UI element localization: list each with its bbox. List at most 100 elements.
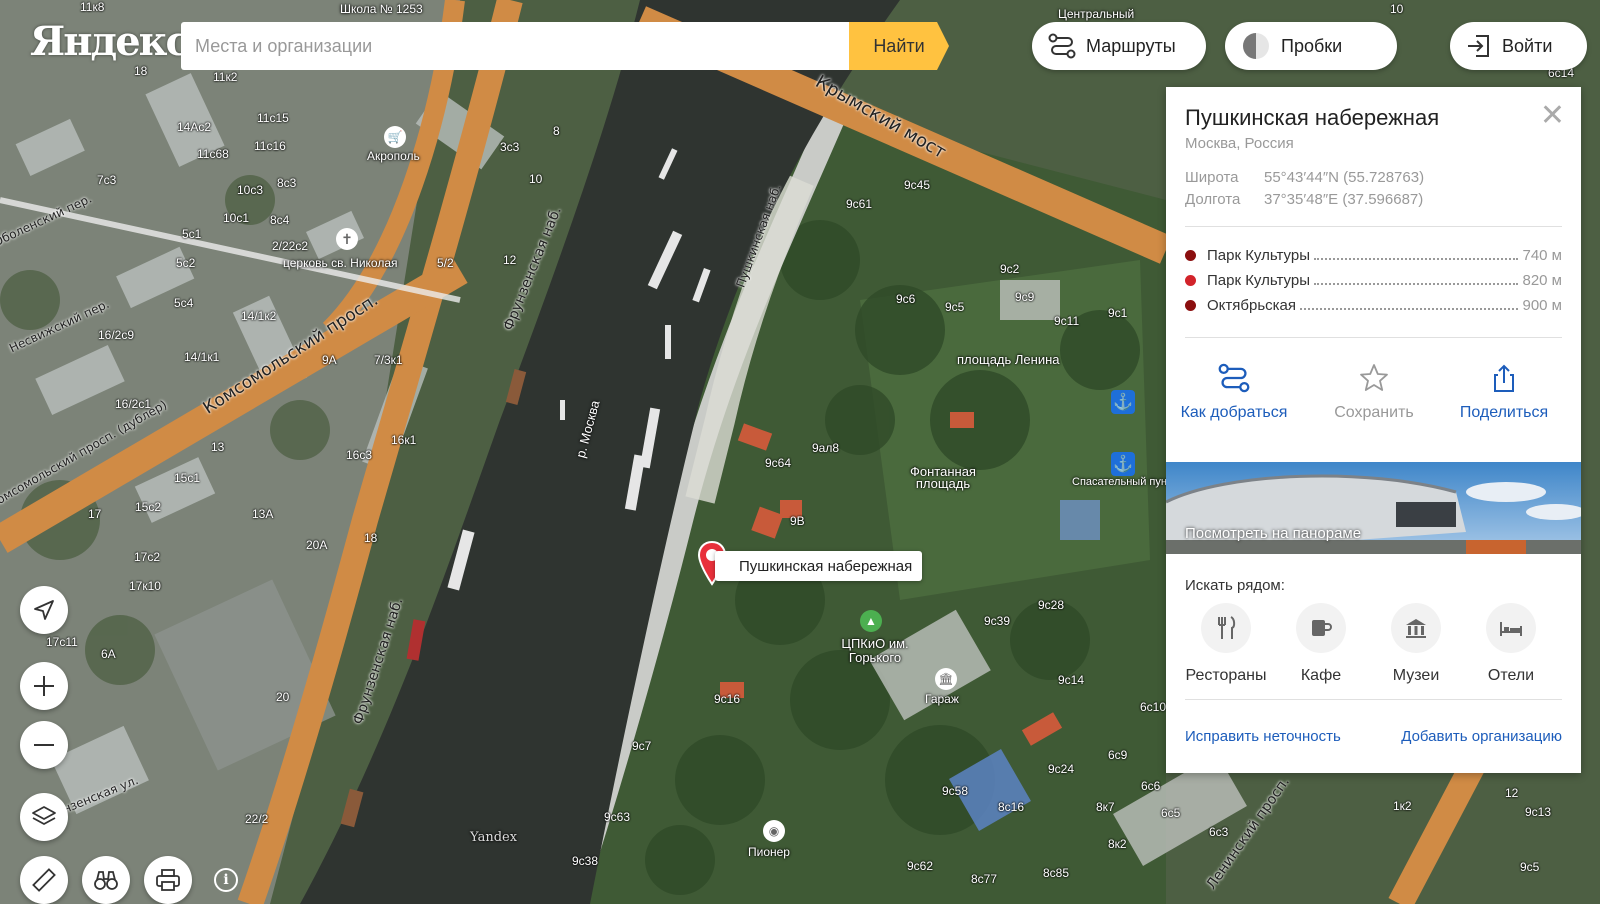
close-icon[interactable]: ✕	[1540, 101, 1565, 131]
house-number: 9с63	[604, 810, 631, 824]
museum-icon[interactable]: 🏛	[935, 668, 957, 690]
house-number: 8с4	[270, 213, 290, 227]
place-title: Пушкинская набережная	[1185, 105, 1440, 130]
house-number: 9с5	[945, 300, 965, 314]
house-number: 8к7	[1096, 800, 1115, 814]
geolocation-button[interactable]	[20, 586, 68, 634]
share-button[interactable]: Поделиться	[1434, 362, 1574, 422]
panorama-button[interactable]	[82, 856, 130, 904]
add-organization-link[interactable]: Добавить организацию	[1401, 728, 1562, 745]
metro-station-row[interactable]: Октябрьская 900 м	[1185, 295, 1562, 315]
place-label: Спасательный пункт	[1072, 476, 1177, 488]
longitude-row: Долгота 37°35′48″E (37.596687)	[1185, 191, 1423, 208]
cinema-icon[interactable]: ◉	[763, 820, 785, 842]
place-label: Пионер	[748, 845, 790, 859]
house-number: 17с11	[46, 635, 78, 649]
zoom-out-button[interactable]	[20, 721, 68, 769]
shopping-cart-icon[interactable]: 🛒	[384, 126, 406, 148]
traffic-button[interactable]: Пробки	[1225, 22, 1397, 70]
house-number: 16к1	[391, 433, 417, 447]
zoom-in-button[interactable]	[20, 662, 68, 710]
navigation-arrow-icon	[34, 600, 54, 620]
nearby-hotels-button[interactable]: Отели	[1466, 603, 1556, 685]
longitude-value[interactable]: 37°35′48″E (37.596687)	[1264, 191, 1423, 208]
metro-name: Октябрьская	[1207, 296, 1296, 314]
anchor-icon[interactable]: ⚓	[1111, 390, 1135, 414]
directions-button[interactable]: Как добраться	[1164, 362, 1304, 422]
nearby-heading: Искать рядом:	[1185, 577, 1285, 594]
metro-station-row[interactable]: Парк Культуры 820 м	[1185, 270, 1562, 290]
divider	[1185, 226, 1562, 227]
save-button[interactable]: Сохранить	[1304, 362, 1444, 422]
house-number: 2/22с2	[272, 239, 309, 253]
place-card: Пушкинская набережная Москва, Россия ✕ Ш…	[1166, 87, 1581, 773]
house-number: 6с5	[1161, 806, 1181, 820]
login-button[interactable]: Войти	[1450, 22, 1587, 70]
metro-name: Парк Культуры	[1207, 246, 1310, 264]
latitude-value[interactable]: 55°43′44″N (55.728763)	[1264, 169, 1424, 186]
login-label: Войти	[1502, 35, 1553, 56]
place-subtitle: Москва, Россия	[1185, 135, 1294, 152]
routes-button[interactable]: Маршруты	[1032, 22, 1206, 70]
bed-icon	[1500, 622, 1522, 636]
house-number: 17	[88, 507, 102, 521]
nearby-museums-button[interactable]: Музеи	[1371, 603, 1461, 685]
print-button[interactable]	[144, 856, 192, 904]
place-label: Школа № 1253	[340, 2, 423, 16]
house-number: 10	[1390, 2, 1404, 16]
metro-icon	[1185, 249, 1196, 261]
house-number: 17к10	[129, 579, 161, 593]
house-number: 14/1к1	[184, 350, 220, 364]
house-number: 9с6	[896, 292, 916, 306]
pin-label[interactable]: Пушкинская набережная	[715, 551, 923, 581]
nearby-cafe-button[interactable]: Кафе	[1276, 603, 1366, 685]
minus-icon	[34, 744, 54, 746]
church-icon[interactable]: ✝	[336, 228, 358, 250]
metro-distance: 820 м	[1522, 271, 1562, 289]
yandex-logo[interactable]: Яндекс	[30, 18, 190, 65]
find-button[interactable]: Найти	[849, 22, 949, 70]
house-number: 17с2	[134, 550, 161, 564]
house-number: 9с2	[1000, 262, 1020, 276]
info-icon[interactable]: i	[214, 868, 238, 892]
layers-button[interactable]	[20, 793, 68, 841]
house-number: 5с1	[182, 227, 202, 241]
plus-icon	[34, 676, 54, 696]
house-number: 9с14	[1058, 673, 1085, 687]
fix-inaccuracy-link[interactable]: Исправить неточность	[1185, 728, 1341, 745]
nearby-restaurants-button[interactable]: Рестораны	[1181, 603, 1271, 685]
route-icon	[1048, 33, 1076, 59]
house-number: 20	[276, 690, 290, 704]
house-number: 12	[503, 253, 517, 267]
nearby-label: Кафе	[1300, 667, 1342, 684]
house-number: 13	[211, 440, 225, 454]
place-label: Фонтанная площадь	[910, 464, 976, 491]
place-label: Гараж	[925, 692, 959, 706]
ruler-icon	[32, 868, 56, 892]
house-number: 5с2	[176, 256, 196, 270]
place-label: Центральный	[1058, 7, 1135, 21]
house-number: 6с6	[1141, 779, 1161, 793]
traffic-icon	[1243, 33, 1269, 59]
house-number: 8с77	[971, 872, 998, 886]
nearby-label: Музеи	[1392, 667, 1440, 684]
metro-station-row[interactable]: Парк Культуры 740 м	[1185, 245, 1562, 265]
house-number: 15с1	[174, 471, 201, 485]
house-number: 6с9	[1108, 748, 1128, 762]
ruler-button[interactable]	[20, 856, 68, 904]
anchor-icon[interactable]: ⚓	[1111, 452, 1135, 476]
house-number: 9с39	[984, 614, 1011, 628]
house-number: 5/2	[437, 256, 454, 270]
house-number: 11к2	[213, 70, 238, 84]
park-icon[interactable]: ▲	[860, 610, 882, 632]
login-icon	[1468, 35, 1489, 57]
house-number: 8с3	[277, 176, 297, 190]
search-input[interactable]	[181, 22, 849, 70]
house-number: 9с24	[1048, 762, 1075, 776]
house-number: 9А	[322, 353, 337, 367]
panorama-preview[interactable]: Посмотреть на панораме	[1166, 462, 1581, 554]
map-watermark: Yandex	[470, 830, 518, 845]
house-number: 12	[1505, 786, 1519, 800]
house-number: 9с62	[907, 859, 934, 873]
cup-icon	[1312, 620, 1332, 636]
